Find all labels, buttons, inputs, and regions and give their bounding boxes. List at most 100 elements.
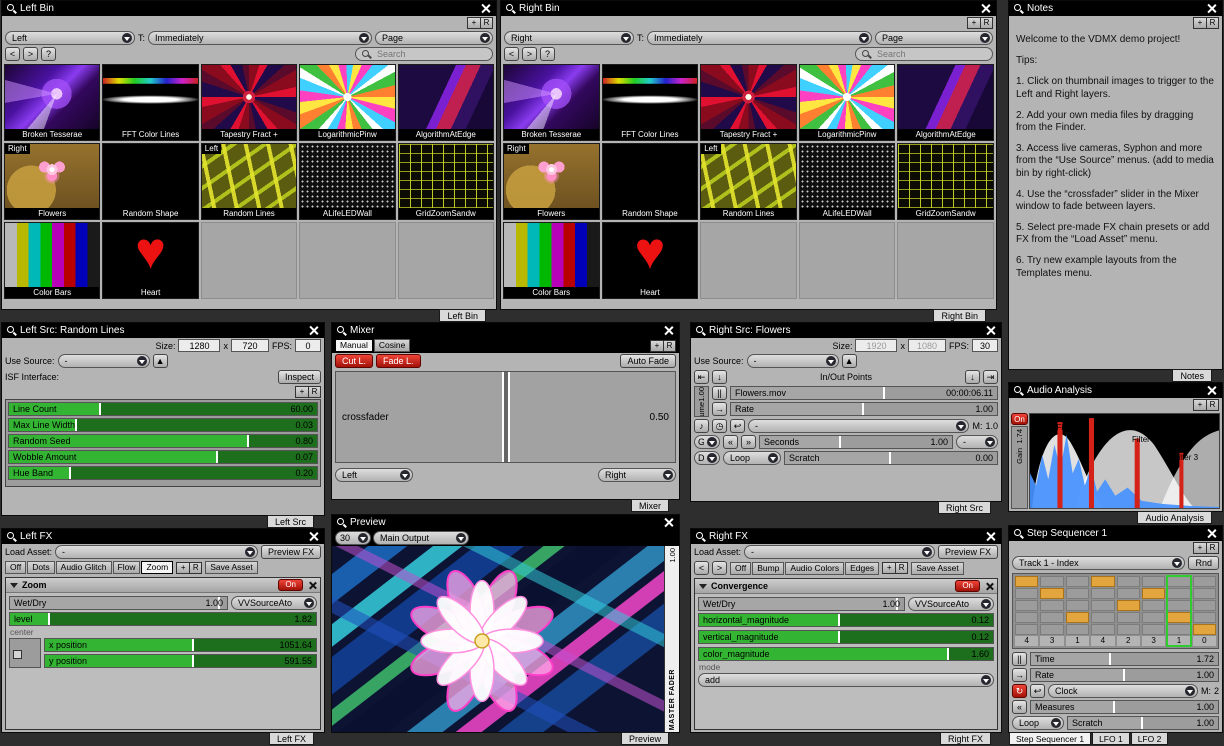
media-clip-cell[interactable]: ALifeLEDWall [299, 143, 395, 220]
receive-button[interactable]: R [980, 18, 992, 28]
help-button[interactable]: ? [41, 47, 56, 61]
prev-page-button[interactable]: < [5, 47, 20, 61]
fx-close-icon[interactable] [984, 582, 993, 591]
page-select[interactable]: Page [875, 31, 993, 45]
receive-button[interactable]: R [895, 563, 907, 573]
close-icon[interactable] [1206, 3, 1217, 14]
step-cell[interactable] [1015, 576, 1038, 587]
media-clip-cell[interactable] [799, 222, 896, 299]
window-tab-preview[interactable]: Preview [621, 732, 669, 745]
clip-thumbnail[interactable] [898, 144, 993, 208]
media-clip-cell[interactable]: LogarithmicPinw [799, 64, 896, 141]
window-tab-right-fx[interactable]: Right FX [940, 732, 991, 745]
window-tab-right-src[interactable]: Right Src [938, 501, 991, 514]
clip-thumbnail[interactable] [300, 223, 394, 298]
step-cell[interactable] [1091, 612, 1114, 623]
load-asset-select[interactable]: - [744, 545, 935, 559]
step-cell[interactable] [1066, 600, 1089, 611]
close-icon[interactable] [1206, 528, 1217, 539]
fx-chain-tab[interactable]: Audio Colors [785, 562, 844, 575]
crossfader-handle[interactable] [502, 372, 510, 462]
disclosure-triangle-icon[interactable] [10, 583, 18, 588]
param-slider[interactable]: Hue Band 0.20 [8, 466, 318, 480]
media-clip-cell[interactable]: FFT Color Lines [102, 64, 198, 141]
measures-slider[interactable]: Measures 1.00 [1030, 700, 1219, 714]
window-tab-notes[interactable]: Notes [1172, 369, 1212, 382]
save-asset-button[interactable]: Save Asset [205, 561, 258, 574]
mixer-mode-tab[interactable]: Manual [335, 339, 373, 352]
clip-thumbnail[interactable] [603, 65, 698, 129]
plugin-tab[interactable]: LFO 2 [1131, 732, 1169, 745]
height-field[interactable] [908, 339, 946, 352]
clip-thumbnail[interactable] [300, 65, 394, 129]
step-cell[interactable] [1167, 600, 1190, 611]
trigger-mode-select[interactable]: Immediately [148, 31, 372, 45]
randomize-button[interactable]: Rnd [1188, 556, 1219, 570]
clip-thumbnail[interactable]: Right [5, 144, 99, 208]
pause-button[interactable]: || [1012, 652, 1027, 666]
clip-thumbnail[interactable] [701, 65, 796, 129]
g-menu-select[interactable]: G [694, 435, 720, 449]
param-slider[interactable]: color_magnitude 1.60 [698, 647, 994, 661]
skip-back-button[interactable]: « [723, 435, 738, 449]
media-clip-cell[interactable]: ALifeLEDWall [799, 143, 896, 220]
step-cell[interactable] [1117, 600, 1140, 611]
fx-close-icon[interactable] [307, 581, 316, 590]
step-cell[interactable] [1193, 588, 1216, 599]
media-clip-cell[interactable]: GridZoomSandw [398, 143, 494, 220]
close-icon[interactable] [480, 3, 491, 14]
master-fader-slider[interactable]: 1.00 MASTER FADER [664, 546, 679, 732]
mixer-left-layer-select[interactable]: Left [335, 468, 413, 482]
set-in-point-button[interactable]: ⇤ [694, 370, 709, 384]
fps-field[interactable] [295, 339, 321, 352]
clip-thumbnail[interactable] [898, 223, 993, 298]
fx-on-button[interactable]: On [278, 579, 303, 591]
right-src-titlebar[interactable]: Right Src: Flowers [691, 323, 1001, 338]
receive-button[interactable]: R [308, 387, 320, 397]
fps-field[interactable] [972, 339, 998, 352]
window-tab-right-bin[interactable]: Right Bin [933, 309, 986, 322]
eject-button[interactable]: ▲ [842, 354, 857, 368]
media-clip-cell[interactable]: Random Shape [602, 143, 699, 220]
receive-button[interactable]: R [189, 563, 201, 573]
chain-scroll-right-button[interactable]: > [712, 561, 727, 575]
step-cell[interactable] [1040, 576, 1063, 587]
add-button[interactable]: + [968, 18, 980, 28]
fx-chain-tab[interactable]: Off [730, 562, 751, 575]
close-icon[interactable] [980, 3, 991, 14]
eject-button[interactable]: ▲ [153, 354, 168, 368]
audio-spectrum-display[interactable]: Filter 1 Filter 2 Filter 3 [1029, 413, 1220, 509]
fx-chain-tab[interactable]: Audio Glitch [56, 561, 112, 574]
receive-button[interactable]: R [663, 341, 675, 351]
clip-thumbnail[interactable] [603, 144, 698, 208]
step-cell[interactable] [1193, 624, 1216, 635]
preview-fx-button[interactable]: Preview FX [938, 545, 998, 559]
add-button[interactable]: + [296, 387, 308, 397]
receive-button[interactable]: R [1206, 543, 1218, 553]
cut-left-button[interactable]: Cut L. [335, 354, 373, 368]
step-cell[interactable] [1040, 600, 1063, 611]
media-clip-cell[interactable]: AlgorithmAtEdge [398, 64, 494, 141]
clip-thumbnail[interactable] [701, 223, 796, 298]
volume-slider[interactable]: 1.00 Volume [694, 386, 709, 417]
audio-on-button[interactable]: On [1011, 413, 1028, 425]
plugin-tab[interactable]: LFO 1 [1092, 732, 1130, 745]
loop-mode-select[interactable]: Loop [723, 451, 781, 465]
step-cell[interactable] [1015, 588, 1038, 599]
window-tab-mixer[interactable]: Mixer [631, 499, 669, 512]
preview-fps-select[interactable]: 30 [335, 531, 371, 545]
wet-dry-source-select[interactable]: VVSourceAto [231, 596, 317, 610]
receive-button[interactable]: R [480, 18, 492, 28]
fx-chain-tab[interactable]: Zoom [141, 561, 173, 574]
movie-position-slider[interactable]: Flowers.mov 00:00:06.11 [730, 386, 998, 400]
media-clip-cell[interactable]: Right Flowers [503, 143, 600, 220]
pause-button[interactable]: || [712, 386, 727, 400]
restart-button[interactable]: ↩ [730, 419, 745, 433]
restart-button[interactable]: ↩ [1030, 684, 1045, 698]
window-tab-left-bin[interactable]: Left Bin [439, 309, 486, 322]
param-slider[interactable]: Wobble Amount 0.07 [8, 450, 318, 464]
width-field[interactable] [855, 339, 897, 352]
clip-thumbnail[interactable] [800, 223, 895, 298]
gain-slider[interactable]: 1.74 Gain [1011, 426, 1028, 509]
use-source-select[interactable]: - [58, 354, 150, 368]
